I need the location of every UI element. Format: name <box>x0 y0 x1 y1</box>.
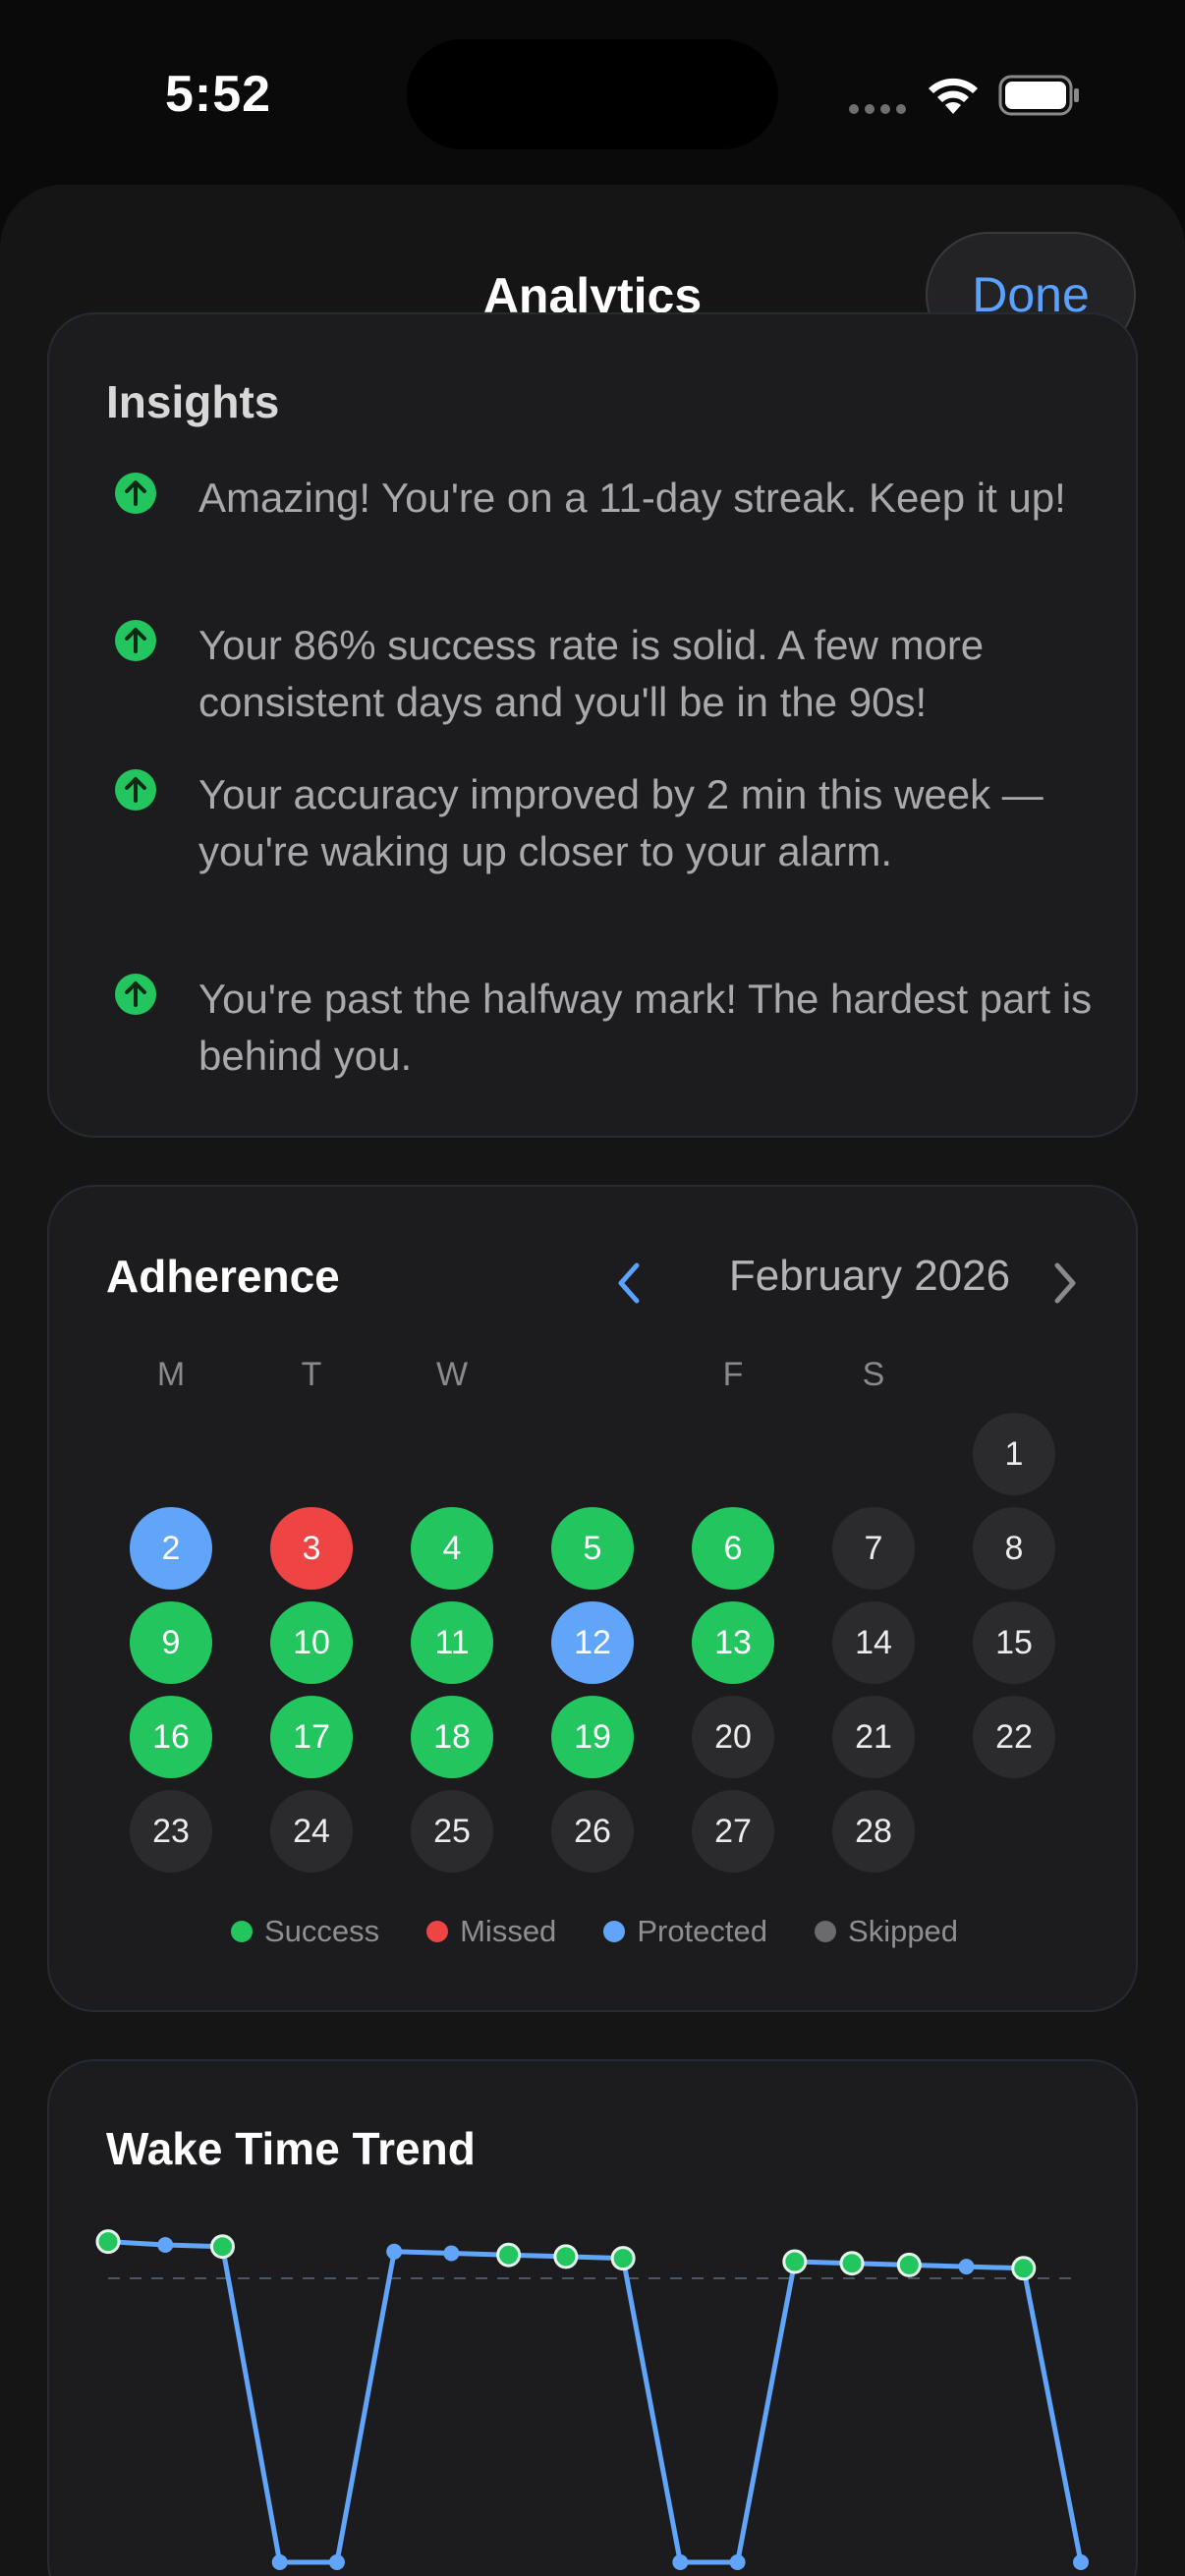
insight-text: You're past the halfway mark! The hardes… <box>198 976 1093 1079</box>
trend-point[interactable] <box>553 2244 579 2269</box>
month-label: February 2026 <box>728 1252 1011 1300</box>
calendar-day[interactable]: 22 <box>973 1696 1055 1778</box>
adherence-card: Adherence February 2026 M T W F S Succes… <box>47 1185 1138 2012</box>
legend-label: Success <box>263 1914 380 1948</box>
status-bar: 5:52 <box>0 0 1185 177</box>
calendar-day[interactable]: 24 <box>270 1790 353 1873</box>
calendar-day[interactable]: 23 <box>130 1790 212 1873</box>
calendar-day[interactable]: 18 <box>411 1696 493 1778</box>
legend-dot <box>603 1921 626 1942</box>
trend-point[interactable] <box>271 2554 288 2570</box>
calendar-day[interactable]: 2 <box>130 1507 212 1590</box>
trend-point[interactable] <box>958 2259 975 2275</box>
calendar-day[interactable]: 19 <box>551 1696 634 1778</box>
insight-item: Your 86% success rate is solid. A few mo… <box>114 617 1097 731</box>
insight-item: Amazing! You're on a 11-day streak. Keep… <box>114 470 1097 527</box>
calendar-day[interactable]: 17 <box>270 1696 353 1778</box>
calendar-day[interactable]: 20 <box>692 1696 774 1778</box>
trend-point[interactable] <box>209 2234 235 2260</box>
trend-point[interactable] <box>496 2242 522 2268</box>
insights-card: Insights Amazing! You're on a 11-day str… <box>47 312 1138 1138</box>
calendar-day[interactable]: 1 <box>973 1413 1055 1495</box>
trend-point[interactable] <box>896 2252 922 2277</box>
legend-item: Success <box>230 1914 380 1949</box>
trend-point[interactable] <box>328 2554 345 2570</box>
calendar-day[interactable]: 6 <box>692 1507 774 1590</box>
arrow-up-circle-icon <box>115 769 156 811</box>
calendar-day[interactable]: 4 <box>411 1507 493 1590</box>
trend-point[interactable] <box>1073 2554 1089 2570</box>
calendar-day[interactable]: 5 <box>551 1507 634 1590</box>
trend-line <box>107 2239 1084 2565</box>
chevron-right-icon[interactable] <box>1044 1256 1087 1311</box>
trend-point[interactable] <box>729 2554 746 2570</box>
calendar-day[interactable]: 11 <box>411 1601 493 1684</box>
weekday-label: S <box>862 1356 885 1393</box>
legend-dot <box>426 1921 449 1942</box>
legend-label: Skipped <box>848 1914 959 1948</box>
chevron-left-icon[interactable] <box>607 1256 650 1311</box>
adherence-title: Adherence <box>106 1251 340 1302</box>
insight-text: Your 86% success rate is solid. A few mo… <box>198 622 985 725</box>
arrow-up-circle-icon <box>115 620 156 661</box>
legend-label: Protected <box>637 1914 768 1948</box>
legend-dot <box>815 1921 837 1942</box>
calendar-day[interactable]: 15 <box>973 1601 1055 1684</box>
calendar-day[interactable]: 12 <box>551 1601 634 1684</box>
arrow-up-circle-icon <box>115 974 156 1015</box>
calendar-day[interactable]: 28 <box>832 1790 915 1873</box>
insight-item: You're past the halfway mark! The hardes… <box>114 971 1097 1085</box>
legend-label: Missed <box>460 1914 557 1948</box>
wifi-icon <box>929 78 978 114</box>
legend-item: Missed <box>426 1914 556 1949</box>
trend-point[interactable] <box>672 2554 689 2570</box>
trend-point[interactable] <box>610 2246 636 2271</box>
insight-text: Your accuracy improved by 2 min this wee… <box>198 771 1044 874</box>
insights-title: Insights <box>106 376 280 427</box>
trend-point[interactable] <box>443 2245 460 2262</box>
dynamic-island <box>407 39 778 149</box>
weekday-label: W <box>435 1356 469 1393</box>
wake-time-trend-card: Wake Time Trend <box>47 2059 1138 2576</box>
calendar-day[interactable]: 16 <box>130 1696 212 1778</box>
calendar-day[interactable]: 8 <box>973 1507 1055 1590</box>
trend-point[interactable] <box>782 2249 808 2274</box>
insight-text: Amazing! You're on a 11-day streak. Keep… <box>198 475 1066 521</box>
trend-point[interactable] <box>1011 2256 1037 2281</box>
calendar-day[interactable]: 9 <box>130 1601 212 1684</box>
status-time: 5:52 <box>165 66 272 123</box>
adherence-legend: Success Missed Protected Skipped <box>49 1914 1140 1949</box>
calendar-day[interactable]: 21 <box>832 1696 915 1778</box>
calendar-day[interactable]: 27 <box>692 1790 774 1873</box>
calendar-day[interactable]: 13 <box>692 1601 774 1684</box>
cellular-signal-icon <box>849 104 906 116</box>
calendar-day[interactable]: 7 <box>832 1507 915 1590</box>
weekday-label: M <box>156 1356 186 1393</box>
arrow-up-circle-icon <box>115 473 156 514</box>
legend-item: Skipped <box>815 1914 958 1949</box>
calendar-day[interactable]: 14 <box>832 1601 915 1684</box>
trend-point[interactable] <box>95 2229 121 2255</box>
calendar-day[interactable]: 26 <box>551 1790 634 1873</box>
trend-point[interactable] <box>839 2251 865 2276</box>
insight-item: Your accuracy improved by 2 min this wee… <box>114 766 1097 880</box>
weekday-label: F <box>722 1356 744 1393</box>
calendar-day[interactable]: 25 <box>411 1790 493 1873</box>
legend-item: Protected <box>603 1914 767 1949</box>
calendar-day[interactable]: 3 <box>270 1507 353 1590</box>
weekday-label: T <box>301 1356 322 1393</box>
trend-point[interactable] <box>157 2237 174 2253</box>
calendar-day[interactable]: 10 <box>270 1601 353 1684</box>
trend-title: Wake Time Trend <box>106 2123 476 2174</box>
trend-point[interactable] <box>386 2243 403 2260</box>
battery-icon <box>998 75 1079 116</box>
legend-dot <box>230 1921 253 1942</box>
